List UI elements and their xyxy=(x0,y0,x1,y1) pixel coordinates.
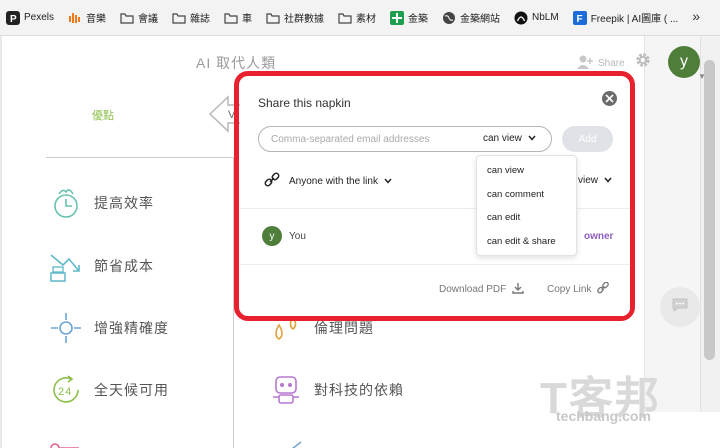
close-icon xyxy=(605,90,614,108)
bookmark-freepik[interactable]: F Freepik | AI圖庫 ( ... xyxy=(572,10,678,25)
pros-column-header: 優點 xyxy=(92,110,114,122)
handshake-icon xyxy=(48,430,84,448)
user-avatar[interactable]: y xyxy=(668,46,700,78)
folder-icon xyxy=(338,11,352,25)
bookmark-car[interactable]: 車 xyxy=(224,10,252,25)
copy-link-button[interactable]: Copy Link xyxy=(547,281,610,297)
option-can-edit-share[interactable]: can edit & share xyxy=(487,236,556,247)
link-access-select[interactable]: Anyone with the link xyxy=(264,172,392,191)
pro-item-24h[interactable]: 24 全天候可用 xyxy=(48,372,169,408)
folder-icon xyxy=(224,11,238,25)
link-icon xyxy=(597,281,610,297)
close-button[interactable] xyxy=(602,91,617,106)
pro-item-efficiency[interactable]: 提高效率 xyxy=(48,185,154,221)
folder-icon xyxy=(120,11,134,25)
target-icon xyxy=(48,310,84,346)
bookmarks-bar: P Pexels 音樂 會議 雜誌 車 社群數據 素材 金築 金築網站 NbLM… xyxy=(0,0,720,36)
dialog-divider xyxy=(240,264,630,265)
con-item-dependency[interactable]: 對科技的依賴 xyxy=(268,372,404,408)
music-icon xyxy=(68,11,82,25)
bookmark-pexels[interactable]: P Pexels xyxy=(6,10,54,25)
link-icon xyxy=(264,172,280,191)
header-divider xyxy=(46,157,234,158)
bookmark-jinzhu[interactable]: 金築 xyxy=(390,10,428,25)
bookmark-social-data[interactable]: 社群數據 xyxy=(266,10,324,25)
robot-icon xyxy=(268,372,304,408)
chevron-down-icon xyxy=(384,176,392,187)
permission-select[interactable]: can view xyxy=(483,133,536,144)
folder-icon xyxy=(266,11,280,25)
link-permission-select[interactable]: view xyxy=(578,175,612,186)
member-role: owner xyxy=(584,231,614,242)
left-rail xyxy=(0,36,2,448)
chat-icon xyxy=(671,297,689,318)
con-item-partial xyxy=(276,430,322,448)
scrollbar-thumb[interactable] xyxy=(704,60,715,360)
watermark-url: techbang.com xyxy=(556,408,651,424)
bookmark-jinzhu-site[interactable]: 金築網站 xyxy=(442,10,500,25)
option-can-edit[interactable]: can edit xyxy=(487,212,520,223)
member-name: You xyxy=(289,231,306,242)
bookmark-assets[interactable]: 素材 xyxy=(338,10,376,25)
right-panel xyxy=(644,36,700,412)
download-pdf-button[interactable]: Download PDF xyxy=(439,282,524,297)
add-button[interactable]: Add xyxy=(562,126,613,152)
download-icon xyxy=(512,282,524,297)
permission-dropdown: can view can comment can edit can edit &… xyxy=(476,155,577,256)
bookmark-nblm[interactable]: NbLM xyxy=(514,11,559,25)
option-can-comment[interactable]: can comment xyxy=(487,189,544,200)
bookmarks-overflow-button[interactable]: » xyxy=(692,8,700,24)
chat-button[interactable] xyxy=(660,287,700,327)
pro-item-partial xyxy=(48,430,94,448)
chevron-down-icon xyxy=(528,133,536,144)
24h-icon: 24 xyxy=(48,372,84,408)
pro-item-accuracy[interactable]: 增強精確度 xyxy=(48,310,169,346)
folder-icon xyxy=(172,11,186,25)
gear-icon[interactable] xyxy=(634,51,652,74)
bookmark-meetings[interactable]: 會議 xyxy=(120,10,158,25)
pro-item-cost-saving[interactable]: 節省成本 xyxy=(48,248,154,284)
chevron-down-icon[interactable]: ▼ xyxy=(698,72,706,81)
freepik-icon: F xyxy=(572,10,587,25)
bookmark-magazine[interactable]: 雜誌 xyxy=(172,10,210,25)
wrench-icon xyxy=(276,430,312,448)
dialog-title: Share this napkin xyxy=(258,96,351,110)
notebooklm-icon xyxy=(514,11,528,25)
svg-text:24: 24 xyxy=(58,386,72,398)
money-down-icon xyxy=(48,248,84,284)
chevron-down-icon xyxy=(604,175,612,186)
napkin-title[interactable]: AI 取代人類 xyxy=(196,53,276,73)
member-avatar: y xyxy=(262,226,282,246)
svg-text:P: P xyxy=(10,14,17,25)
pexels-icon: P xyxy=(6,10,20,25)
globe-icon xyxy=(442,11,456,25)
bookmark-music[interactable]: 音樂 xyxy=(68,10,106,25)
clock-flame-icon xyxy=(48,185,84,221)
svg-text:F: F xyxy=(576,14,582,25)
sheets-icon xyxy=(390,10,405,25)
option-can-view[interactable]: can view xyxy=(487,165,524,176)
